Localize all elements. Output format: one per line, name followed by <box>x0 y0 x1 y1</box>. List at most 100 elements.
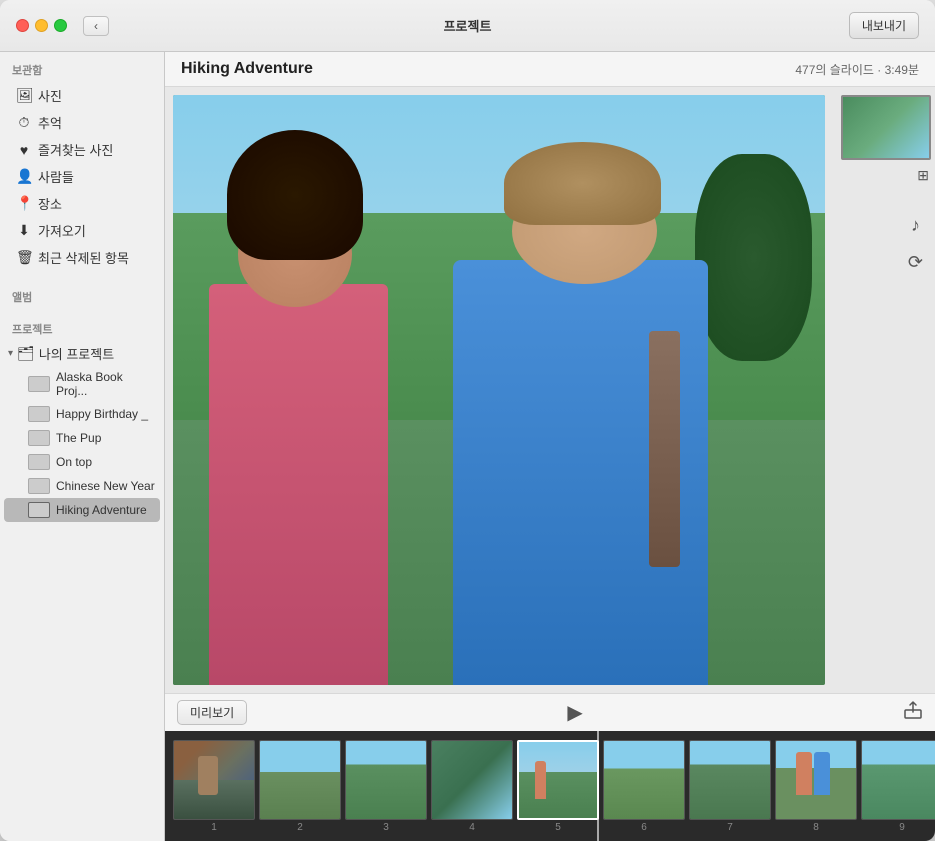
film-frame-2[interactable]: 2 <box>259 740 341 833</box>
preview-area: ⊞ ♪ ⟳ <box>165 87 935 693</box>
play-button[interactable]: ▶ <box>567 700 582 725</box>
film-thumb-4[interactable] <box>431 740 513 820</box>
film-number-2: 2 <box>297 822 303 833</box>
app-window: ‹ 프로젝트 내보내기 보관함 🖼 사진 ⏱ 추억 ♥ 즐겨찾는 사진 👤 <box>0 0 935 841</box>
content-area: Hiking Adventure 477의 슬라이드 · 3:49분 <box>165 52 935 841</box>
thumb-6 <box>604 741 684 819</box>
projects-arrow: ▾ <box>8 348 13 359</box>
film-frame-6[interactable]: 6 <box>603 740 685 833</box>
favorites-icon: ♥ <box>16 142 32 158</box>
close-button[interactable] <box>16 19 29 32</box>
project-item-alaska[interactable]: Alaska Book Proj... <box>0 366 164 402</box>
project-item-birthday[interactable]: Happy Birthday _ <box>0 402 164 426</box>
film-frame-9[interactable]: 9 <box>861 740 935 833</box>
albums-label: 앨범 <box>0 279 164 309</box>
share-icon <box>903 700 923 720</box>
maximize-button[interactable] <box>54 19 67 32</box>
film-thumb-1[interactable] <box>173 740 255 820</box>
project-item-ontop[interactable]: On top <box>0 450 164 474</box>
film-frame-4[interactable]: 4 <box>431 740 513 833</box>
music-icon[interactable]: ♪ <box>911 215 920 236</box>
thumb-figure-1 <box>198 756 218 795</box>
thumb-9 <box>862 741 935 819</box>
ontop-thumb <box>28 454 50 470</box>
photos-icon: 🖼 <box>16 87 32 104</box>
sidebar-item-photos-label: 사진 <box>38 86 62 105</box>
clock-icon[interactable]: ⟳ <box>908 252 923 273</box>
person2-8 <box>814 752 830 795</box>
film-thumb-8[interactable] <box>775 740 857 820</box>
filmstrip: 1 2 3 4 <box>165 731 935 841</box>
projects-section: 프로젝트 ▾ 🗂 나의 프로젝트 Alaska Book Proj... Hap… <box>0 311 164 522</box>
memories-icon: ⏱ <box>16 114 32 131</box>
sky-5 <box>519 742 597 772</box>
sidebar-item-memories-label: 추억 <box>38 113 62 132</box>
imports-icon: ⬇ <box>16 222 32 239</box>
film-frame-1[interactable]: 1 <box>173 740 255 833</box>
film-number-4: 4 <box>469 822 475 833</box>
project-header: Hiking Adventure 477의 슬라이드 · 3:49분 <box>165 52 935 87</box>
titlebar: ‹ 프로젝트 내보내기 <box>0 0 935 52</box>
layout-toggle-icon[interactable]: ⊞ <box>917 167 929 184</box>
film-number-7: 7 <box>727 822 733 833</box>
film-thumb-5[interactable] <box>517 740 599 820</box>
thumb-3 <box>346 741 426 819</box>
sidebar: 보관함 🖼 사진 ⏱ 추억 ♥ 즐겨찾는 사진 👤 사람들 📍 장소 <box>0 52 165 841</box>
film-thumb-2[interactable] <box>259 740 341 820</box>
sidebar-item-places[interactable]: 📍 장소 <box>4 190 160 217</box>
film-number-9: 9 <box>899 822 905 833</box>
bottom-controls: 미리보기 ▶ <box>165 693 935 731</box>
film-thumb-3[interactable] <box>345 740 427 820</box>
alaska-label: Alaska Book Proj... <box>56 370 156 398</box>
sidebar-item-deleted[interactable]: 🗑 최근 삭제된 항목 <box>4 244 160 271</box>
sidebar-item-favorites[interactable]: ♥ 즐겨찾는 사진 <box>4 136 160 163</box>
project-item-pup[interactable]: The Pup <box>0 426 164 450</box>
hiking-thumb <box>28 502 50 518</box>
sidebar-item-imports[interactable]: ⬇ 가져오기 <box>4 217 160 244</box>
sidebar-item-people[interactable]: 👤 사람들 <box>4 163 160 190</box>
places-icon: 📍 <box>16 195 32 212</box>
thumb-4 <box>432 741 512 819</box>
sidebar-item-favorites-label: 즐겨찾는 사진 <box>38 140 113 159</box>
hiking-label: Hiking Adventure <box>56 503 147 517</box>
slide-thumbnail[interactable] <box>841 95 931 160</box>
play-area: ▶ <box>259 700 891 725</box>
panel-icons: ♪ ⟳ <box>904 207 927 281</box>
film-frame-3[interactable]: 3 <box>345 740 427 833</box>
film-number-6: 6 <box>641 822 647 833</box>
sidebar-item-memories[interactable]: ⏱ 추억 <box>4 109 160 136</box>
film-frame-5[interactable]: 5 <box>517 740 599 833</box>
birthday-thumb <box>28 406 50 422</box>
export-button[interactable]: 내보내기 <box>849 12 919 39</box>
film-number-3: 3 <box>383 822 389 833</box>
back-button[interactable]: ‹ <box>83 16 109 36</box>
ontop-label: On top <box>56 455 92 469</box>
minimize-button[interactable] <box>35 19 48 32</box>
film-thumb-6[interactable] <box>603 740 685 820</box>
traffic-lights <box>16 19 67 32</box>
film-frame-7[interactable]: 7 <box>689 740 771 833</box>
chinese-label: Chinese New Year <box>56 479 155 493</box>
film-frame-8[interactable]: 8 <box>775 740 857 833</box>
sidebar-item-photos[interactable]: 🖼 사진 <box>4 82 160 109</box>
woman-hair <box>227 130 363 260</box>
my-projects-group[interactable]: ▾ 🗂 나의 프로젝트 <box>0 341 164 366</box>
sidebar-item-places-label: 장소 <box>38 194 62 213</box>
film-thumb-7[interactable] <box>689 740 771 820</box>
grass-5 <box>519 772 597 818</box>
figure-5 <box>535 761 547 799</box>
thumb-image <box>843 97 929 158</box>
preview-button[interactable]: 미리보기 <box>177 700 247 725</box>
film-number-1: 1 <box>211 822 217 833</box>
my-projects-label: 나의 프로젝트 <box>39 344 114 363</box>
sidebar-item-imports-label: 가져오기 <box>38 221 86 240</box>
man-figure <box>434 95 825 685</box>
film-thumb-9[interactable] <box>861 740 935 820</box>
back-icon: ‹ <box>94 19 98 33</box>
project-item-chinese[interactable]: Chinese New Year <box>0 474 164 498</box>
project-item-hiking[interactable]: Hiking Adventure <box>4 498 160 522</box>
share-button[interactable] <box>903 700 923 725</box>
sidebar-item-deleted-label: 최근 삭제된 항목 <box>38 248 129 267</box>
titlebar-left: ‹ <box>16 16 109 36</box>
film-number-8: 8 <box>813 822 819 833</box>
